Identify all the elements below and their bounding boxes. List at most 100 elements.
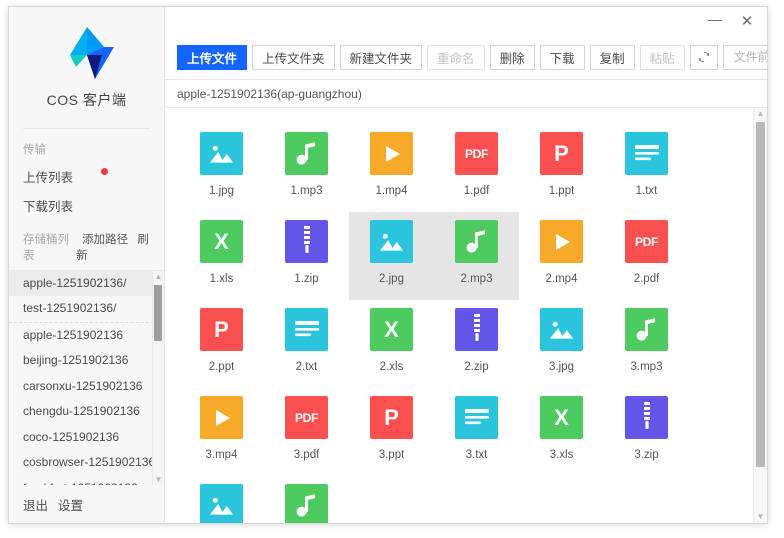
file-name-label: 2.mp3 (460, 273, 493, 285)
file-item[interactable]: PDF 3.pdf (264, 388, 349, 476)
bucket-item-label: apple-1251902136/ (23, 275, 127, 290)
bucket-list-item[interactable]: apple-1251902136/ (9, 270, 164, 297)
search-input[interactable] (731, 49, 767, 65)
file-item[interactable]: 1.jpg (179, 124, 264, 212)
image-file-icon (200, 484, 243, 523)
bucket-list-item[interactable]: chengdu-1251902136 (9, 399, 164, 425)
archive-file-icon (285, 220, 328, 263)
settings-button[interactable]: 设置 (58, 495, 83, 514)
file-item[interactable]: 2.mp3 (434, 212, 519, 300)
file-name-label: 3.txt (465, 449, 488, 461)
text-file-icon (625, 132, 668, 175)
bucket-list-item[interactable]: apple-1251902136 (9, 323, 164, 349)
breadcrumb: apple-1251902136(ap-guangzhou) (165, 79, 767, 108)
bucket-list-item[interactable]: coco-1251902136 (9, 425, 164, 451)
logout-button[interactable]: 退出 (23, 495, 48, 514)
button-label: 新建文件夹 (349, 51, 413, 66)
scroll-down-arrow-icon[interactable]: ▼ (153, 474, 164, 485)
sidebar-item-label: 上传列表 (23, 170, 74, 185)
file-item[interactable]: 4.jpg (179, 476, 264, 523)
file-item[interactable]: X 3.xls (519, 388, 604, 476)
sidebar-footer: 退出 设置 (9, 485, 164, 523)
pdf-file-icon: PDF (455, 132, 498, 175)
file-name-label: 2.txt (295, 361, 318, 373)
file-name-label: 3.xls (549, 449, 574, 461)
minimize-button[interactable]: — (699, 7, 731, 36)
bucket-item-label: frankfurt-1251902136 (23, 481, 138, 485)
download-button[interactable]: 下载 (539, 44, 585, 70)
bucket-list-container: apple-1251902136/test-1251902136/apple-1… (9, 269, 164, 485)
file-item[interactable]: 1.mp3 (264, 124, 349, 212)
audio-file-icon (625, 308, 668, 351)
copy-button[interactable]: 复制 (589, 44, 635, 70)
file-item[interactable]: 1.mp4 (349, 124, 434, 212)
video-file-icon (200, 396, 243, 439)
scroll-up-arrow-icon[interactable]: ▲ (754, 108, 767, 120)
main-scrollbar[interactable]: ▲ ▼ (753, 108, 767, 523)
file-item[interactable]: 3.zip (604, 388, 689, 476)
file-item[interactable]: 3.txt (434, 388, 519, 476)
sidebar-item-upload-list[interactable]: 上传列表 (9, 157, 164, 186)
upload-file-button[interactable]: 上传文件 (177, 44, 248, 70)
file-item[interactable]: 2.zip (434, 300, 519, 388)
bucket-list-item[interactable]: beijing-1251902136 (9, 348, 164, 374)
cos-client-window: COS 客户端 传输 上传列表 下载列表 存储桶列表 添加路径 刷新 apple… (8, 6, 768, 524)
file-item[interactable]: X 2.xls (349, 300, 434, 388)
file-item[interactable]: 1.txt (604, 124, 689, 212)
file-item[interactable]: P 3.ppt (349, 388, 434, 476)
file-item[interactable]: PDF 2.pdf (604, 212, 689, 300)
file-name-label: 2.xls (379, 361, 404, 373)
ppt-file-icon: P (200, 308, 243, 351)
toolbar: 上传文件 上传文件夹 新建文件夹 重命名 删除 下载 复制 粘贴 (165, 35, 767, 79)
scroll-up-arrow-icon[interactable]: ▲ (153, 271, 164, 282)
audio-file-icon (455, 220, 498, 263)
add-path-button[interactable]: 添加路径 (82, 234, 128, 246)
video-file-icon (540, 220, 583, 263)
file-name-label: 3.mp3 (630, 361, 663, 373)
file-item[interactable]: PDF 1.pdf (434, 124, 519, 212)
button-label: 复制 (599, 51, 625, 66)
file-item[interactable]: X 1.xls (179, 212, 264, 300)
upload-folder-button[interactable]: 上传文件夹 (252, 44, 335, 70)
sidebar-scroll-thumb[interactable] (154, 284, 162, 341)
sidebar-item-download-list[interactable]: 下载列表 (9, 186, 164, 215)
file-item[interactable]: 3.mp3 (604, 300, 689, 388)
file-item[interactable]: 2.txt (264, 300, 349, 388)
bucket-list-item[interactable]: cosbrowser-1251902136 (9, 450, 164, 476)
sidebar: COS 客户端 传输 上传列表 下载列表 存储桶列表 添加路径 刷新 apple… (9, 7, 165, 523)
file-name-label: 3.mp4 (205, 449, 238, 461)
spreadsheet-file-icon: X (540, 396, 583, 439)
breadcrumb-path[interactable]: apple-1251902136(ap-guangzhou) (177, 87, 362, 101)
main-scroll-thumb[interactable] (756, 122, 765, 467)
refresh-icon[interactable] (689, 44, 718, 70)
file-item[interactable]: P 1.ppt (519, 124, 604, 212)
file-item[interactable]: 1.zip (264, 212, 349, 300)
button-label: 粘贴 (649, 51, 675, 66)
file-item[interactable]: 2.jpg (349, 212, 434, 300)
file-item[interactable]: 2.mp4 (519, 212, 604, 300)
bucket-item-label: apple-1251902136 (23, 327, 124, 342)
app-title: COS 客户端 (46, 92, 127, 108)
file-item[interactable]: 3.jpg (519, 300, 604, 388)
file-item[interactable]: 3.mp4 (179, 388, 264, 476)
text-file-icon (455, 396, 498, 439)
image-file-icon (200, 132, 243, 175)
archive-file-icon (455, 308, 498, 351)
cos-logo-icon (69, 27, 114, 79)
close-button[interactable]: ✕ (731, 9, 763, 33)
search-box[interactable] (722, 44, 767, 70)
file-item[interactable]: 4.mp3 (264, 476, 349, 523)
new-folder-button[interactable]: 新建文件夹 (339, 44, 423, 70)
bucket-list-item[interactable]: frankfurt-1251902136 (9, 476, 164, 485)
sidebar-scrollbar[interactable]: ▲ ▼ (152, 270, 164, 485)
file-name-label: 3.jpg (549, 361, 574, 373)
main-panel: — ✕ 上传文件 上传文件夹 新建文件夹 重命名 删除 下载 复制 粘贴 文件前… (165, 7, 767, 523)
scroll-down-arrow-icon[interactable]: ▼ (754, 511, 767, 523)
delete-button[interactable]: 删除 (489, 44, 535, 70)
pdf-file-icon: PDF (625, 220, 668, 263)
button-label: 删除 (499, 51, 525, 66)
file-item[interactable]: P 2.ppt (179, 300, 264, 388)
bucket-list-item[interactable]: carsonxu-1251902136 (9, 374, 164, 400)
file-name-label: 1.mp4 (375, 185, 408, 197)
bucket-list-item[interactable]: test-1251902136/ (9, 296, 164, 323)
